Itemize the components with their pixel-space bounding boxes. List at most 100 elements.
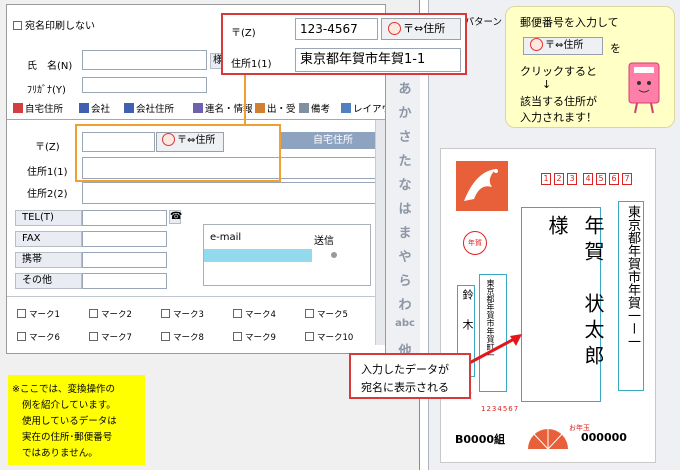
email-row[interactable]: [204, 249, 312, 262]
kana-index-ha[interactable]: は: [390, 198, 420, 217]
postman-icon: [388, 22, 401, 35]
furigana-field[interactable]: [82, 77, 207, 93]
zip-digit-box: 5: [596, 173, 606, 185]
mark-checkbox-5[interactable]: マーク5: [305, 308, 348, 320]
send-dot-icon[interactable]: [331, 252, 337, 258]
tip-convert-button-image: 〒⇔住所: [523, 37, 603, 55]
tip-bubble: 郵便番号を入力して 〒⇔住所 を クリックすると ↓ 該当する住所が 入力されま…: [505, 6, 675, 128]
callout-zip-field[interactable]: 123-4567: [295, 18, 378, 40]
tip-line-4: 入力されます！: [520, 111, 597, 124]
address-type-header: 自宅住所: [281, 132, 385, 149]
checkbox-box[interactable]: [305, 332, 314, 341]
mark-checkbox-8[interactable]: マーク8: [161, 331, 204, 343]
address2-field[interactable]: [82, 182, 378, 204]
tab-home-address[interactable]: 自宅住所: [13, 101, 63, 118]
checkbox-box[interactable]: [305, 309, 314, 318]
form-scrollbar[interactable]: [375, 120, 385, 345]
checkbox-box[interactable]: [17, 309, 26, 318]
postbox-mascot-icon: [623, 57, 667, 115]
kana-index-abc[interactable]: abc: [390, 318, 420, 329]
email-table[interactable]: e-mail 送信: [203, 224, 371, 286]
mark-checkbox-6[interactable]: マーク6: [17, 331, 60, 343]
mark-label: マーク9: [245, 333, 276, 343]
postman-icon: [530, 38, 543, 51]
mark-label: マーク5: [317, 310, 348, 320]
send-header: 送信: [314, 236, 334, 247]
mark-checkbox-7[interactable]: マーク7: [89, 331, 132, 343]
note-line-4: 実在の住所･郵便番号: [22, 432, 113, 443]
note-icon: [299, 103, 309, 113]
mark-label: マーク3: [173, 310, 204, 320]
callout-convert-button[interactable]: 〒⇔住所: [381, 18, 461, 40]
kana-index-wa[interactable]: わ: [390, 294, 420, 313]
checkbox-box[interactable]: [17, 332, 26, 341]
tab-label: レイアウ: [353, 104, 385, 115]
lottery-group: B0000組: [455, 433, 505, 446]
other-phone-button[interactable]: その他: [15, 273, 82, 289]
name-field[interactable]: [82, 50, 207, 70]
address1-label: 住所1(1): [27, 167, 68, 178]
callout-address-field[interactable]: 東京都年賀市年賀1-1: [295, 48, 461, 72]
kana-index-ka[interactable]: か: [390, 102, 420, 121]
tab-notes[interactable]: 備考: [299, 101, 330, 118]
checkbox-box[interactable]: [233, 332, 242, 341]
zip-digit-box: 2: [554, 173, 564, 185]
kana-index-ma[interactable]: ま: [390, 222, 420, 241]
note-line-3: 使用しているデータは: [22, 416, 117, 427]
tab-company-address[interactable]: 会社住所: [124, 101, 174, 118]
zip-label: 〒(Z): [35, 142, 60, 153]
checkbox-box[interactable]: [89, 309, 98, 318]
mobile-field[interactable]: [82, 252, 167, 268]
checkbox-box[interactable]: [13, 21, 22, 30]
note-line-2: 例を紹介しています。: [22, 400, 116, 411]
mobile-button[interactable]: 携帯: [15, 252, 82, 268]
postage-stamp-image: [456, 161, 508, 211]
fax-field[interactable]: [82, 231, 167, 247]
mark-checkbox-1[interactable]: マーク1: [17, 308, 60, 320]
mail-icon: [255, 103, 265, 113]
fax-button[interactable]: FAX: [15, 231, 82, 247]
new-year-seal: 年賀: [463, 231, 487, 255]
mark-checkbox-3[interactable]: マーク3: [161, 308, 204, 320]
tip-arrow: ↓: [542, 78, 552, 91]
print-exclude-checkbox[interactable]: 宛名印刷しない: [13, 17, 95, 32]
zip-digit-box: 4: [583, 173, 593, 185]
button-label: 〒⇔住所: [545, 40, 584, 51]
checkbox-box[interactable]: [161, 332, 170, 341]
checkbox-box[interactable]: [233, 309, 242, 318]
mark-checkbox-9[interactable]: マーク9: [233, 331, 276, 343]
kana-index-ra[interactable]: ら: [390, 270, 420, 289]
tab-label: 備考: [311, 104, 331, 115]
tab-label: 会社住所: [136, 104, 175, 115]
furigana-label: ﾌﾘｶﾞﾅ(Y): [27, 85, 66, 96]
kana-index-sa[interactable]: さ: [390, 126, 420, 145]
highlight-connector: [244, 75, 246, 126]
tab-label: 自宅住所: [25, 104, 64, 115]
checkbox-box[interactable]: [89, 332, 98, 341]
kana-index-column: あ か さ た な は ま や ら わ abc 他: [390, 72, 420, 362]
mark-checkbox-10[interactable]: マーク10: [305, 331, 353, 343]
note-line-1: ※ここでは、変換操作の: [12, 384, 115, 395]
email-header: e-mail: [210, 232, 242, 243]
kana-index-a[interactable]: あ: [390, 78, 420, 97]
button-label: 〒⇔住所: [403, 22, 446, 35]
recipient-address: 東京都年賀市年賀一ー一: [625, 205, 640, 348]
mark-label: マーク7: [101, 333, 132, 343]
phone-dial-icon[interactable]: ☎: [169, 210, 182, 224]
divider: [7, 296, 385, 297]
tab-sent-received[interactable]: 出・受: [255, 101, 296, 118]
kana-index-na[interactable]: な: [390, 174, 420, 193]
layout-icon: [341, 103, 351, 113]
tip-line-2: クリックすると: [520, 65, 597, 78]
checkbox-box[interactable]: [161, 309, 170, 318]
other-phone-field[interactable]: [82, 273, 167, 289]
tel-button[interactable]: TEL(T): [15, 210, 82, 226]
kana-index-ya[interactable]: や: [390, 246, 420, 265]
home-icon: [13, 103, 23, 113]
mark-checkbox-4[interactable]: マーク4: [233, 308, 276, 320]
kana-index-ta[interactable]: た: [390, 150, 420, 169]
tab-layout[interactable]: レイアウ: [341, 101, 385, 118]
tel-field[interactable]: [82, 210, 167, 226]
mark-checkbox-2[interactable]: マーク2: [89, 308, 132, 320]
tab-company[interactable]: 会社: [79, 101, 110, 118]
